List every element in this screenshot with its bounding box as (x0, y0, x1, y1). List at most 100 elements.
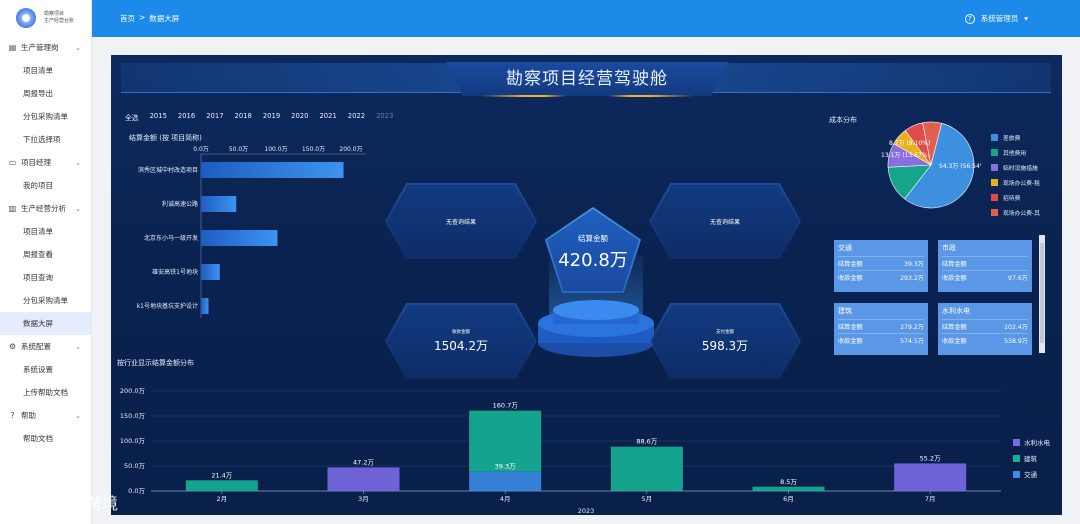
sidebar-item[interactable]: 项目清单 (0, 220, 91, 243)
sidebar-group-2[interactable]: ▥ 生产经营分析 ⌄ (0, 197, 91, 220)
sidebar-item[interactable]: 数据大屏 (0, 312, 91, 335)
vbar-legend-label[interactable]: 水利水电 (1024, 438, 1051, 447)
vbar-data-label: 47.2万 (353, 458, 374, 466)
hbar-bar[interactable] (201, 162, 344, 178)
hbar-bar[interactable] (201, 230, 278, 246)
logo-mark-icon (16, 8, 36, 28)
sidebar-group-3[interactable]: ⚙ 系统配置 ⌄ (0, 335, 91, 358)
chevron-down-icon: ⌄ (75, 158, 81, 167)
legend-item[interactable]: 现场办公费-租 (991, 175, 1040, 190)
help-icon[interactable]: ? (964, 13, 975, 24)
vbar-legend-label[interactable]: 建筑 (1024, 454, 1038, 463)
pie-data-label: 13.1万 (13.67%) (881, 152, 930, 159)
year-option[interactable]: 2022 (348, 112, 365, 122)
watermark-logo-icon (9, 495, 47, 509)
hbar-bar[interactable] (201, 298, 209, 314)
sidebar-item[interactable]: 分包采购清单 (0, 105, 91, 128)
cost-row-collect: 收款金额 538.9万 (942, 333, 1028, 347)
vbar-data-label: 21.4万 (211, 471, 232, 479)
sidebar-item[interactable]: 项目清单 (0, 59, 91, 82)
vbar-legend-label[interactable]: 交通 (1024, 470, 1038, 479)
legend-label: 其他费用 (1003, 151, 1027, 157)
hex-panel-top-left: 无查询结果 (385, 183, 537, 259)
year-option[interactable]: 全选 (125, 112, 139, 122)
sidebar-group-0[interactable]: ▤ 生产管理岗 ⌄ (0, 36, 91, 59)
user-menu[interactable]: ? 系统管理员 ▾ (964, 13, 1028, 24)
sidebar-item[interactable]: 周报导出 (0, 82, 91, 105)
sidebar-item[interactable]: 我的项目 (0, 174, 91, 197)
legend-swatch (991, 209, 998, 216)
legend-item[interactable]: 临时设施措施 (991, 160, 1040, 175)
industry-settlement-chart: 0.0万 50.0万 100.0万 150.0万 200.0万 2月 3月 4月 5月 6月 7月 2… (120, 387, 1051, 515)
sidebar-group-1[interactable]: ▭ 项目经理 ⌄ (0, 151, 91, 174)
sidebar-item[interactable]: 下拉选择项 (0, 128, 91, 151)
cost-row-collect: 收款金额 293.2万 (838, 270, 924, 284)
vbar-y-tick-label: 50.0万 (124, 462, 145, 470)
hex-panel-top-right: 无查询结果 (649, 183, 801, 259)
breadcrumb-home[interactable]: 首页 (120, 13, 135, 24)
collected-amount-label: 收款金额 (452, 329, 470, 335)
vbar-legend-swatch (1013, 455, 1020, 462)
year-option[interactable]: 2016 (178, 112, 195, 122)
settle-value: 102.4万 (1004, 324, 1028, 331)
sidebar-group-4[interactable]: ? 帮助 ⌄ (0, 404, 91, 427)
settle-value: 279.2万 (900, 324, 924, 331)
vbar-bar[interactable] (327, 467, 400, 491)
vbar-bar[interactable] (185, 480, 258, 491)
main-content: 勘察项目经营驾驶舱 全选 2015 2016 2017 2018 2019 2020 2021… (92, 37, 1080, 524)
hbar-bar[interactable] (201, 196, 237, 212)
legend-item[interactable]: 其他费用 (991, 145, 1040, 160)
legend-item[interactable]: 现场办公费-其 (991, 205, 1040, 220)
legend-item[interactable]: 招待费 (991, 190, 1040, 205)
legend-label: 现场办公费-其 (1003, 211, 1040, 217)
vbar-data-label: 88.6万 (636, 438, 657, 446)
year-option[interactable]: 2020 (291, 112, 308, 122)
year-option[interactable]: 2023 (376, 112, 393, 122)
settle-label: 结算金额 (942, 261, 967, 268)
collect-value: 538.9万 (1004, 338, 1028, 345)
chevron-down-icon: ▾ (1024, 14, 1028, 23)
vbar-x-axis-label: 2023 (578, 507, 595, 515)
year-option[interactable]: 2015 (150, 112, 167, 122)
chevron-down-icon: ⌄ (75, 411, 81, 420)
sidebar-item[interactable]: 分包采购清单 (0, 289, 91, 312)
year-option[interactable]: 2018 (235, 112, 252, 122)
scrollbar-thumb[interactable] (1040, 243, 1044, 343)
legend-item[interactable]: 差旅费 (991, 130, 1040, 145)
collected-amount-value: 1504.2万 (434, 338, 488, 353)
app-logo[interactable]: 勘察项目 生产经营台账 (0, 0, 91, 36)
sidebar-item[interactable]: 周报查看 (0, 243, 91, 266)
sidebar-group-label: 项目经理 (21, 158, 51, 167)
top-bar: 首页 > 数据大屏 ? 系统管理员 ▾ (92, 0, 1080, 37)
vbar-bar[interactable] (752, 486, 825, 491)
hbar-bar[interactable] (201, 264, 220, 280)
vbar-bar[interactable] (469, 471, 542, 491)
hbar-category-label: 利诚高速公路 (162, 200, 198, 208)
cost-table-title: 水利水电 (942, 307, 970, 315)
collect-label: 收款金额 (838, 338, 863, 345)
vbar-bar[interactable] (894, 463, 967, 491)
collect-label: 收款金额 (942, 275, 967, 282)
year-option[interactable]: 2017 (206, 112, 223, 122)
collect-label: 收款金额 (942, 338, 967, 345)
cost-tables-scrollbar[interactable] (1039, 235, 1045, 353)
paid-amount-label: 支付金额 (716, 329, 734, 335)
sidebar-item[interactable]: 帮助文档 (0, 427, 91, 450)
building-icon: ▤ (8, 43, 17, 52)
title-accent-line (481, 95, 693, 97)
sidebar-item[interactable]: 上传帮助文档 (0, 381, 91, 404)
cost-table: 交通 结算金额 39.3万 收款金额 293.2万 (834, 240, 928, 292)
sidebar-item[interactable]: 项目查询 (0, 266, 91, 289)
vbar-bar[interactable] (610, 446, 683, 491)
cost-table: 水利水电 结算金额 102.4万 收款金额 538.9万 (938, 303, 1032, 355)
sidebar-menu: ▤ 生产管理岗 ⌄ 项目清单 周报导出 分包采购清单 下拉选择项 ▭ 项目经理 ⌄ 我的项目 ▥ 生产经… (0, 36, 91, 450)
year-option[interactable]: 2021 (319, 112, 336, 122)
project-settlement-chart: 结算金额 (按 项目简称) 0.0万 50.0万 100.0万 150.0万 200.0万… (129, 133, 366, 318)
legend-label: 现场办公费-租 (1003, 181, 1040, 187)
hbar-tick-label: 200.0万 (339, 146, 362, 153)
year-option[interactable]: 2019 (263, 112, 280, 122)
sidebar-item[interactable]: 系统设置 (0, 358, 91, 381)
legend-swatch (991, 149, 998, 156)
hbar-category-label: 北京东小马一级开发 (144, 234, 198, 242)
vbar-legend-swatch (1013, 471, 1020, 478)
